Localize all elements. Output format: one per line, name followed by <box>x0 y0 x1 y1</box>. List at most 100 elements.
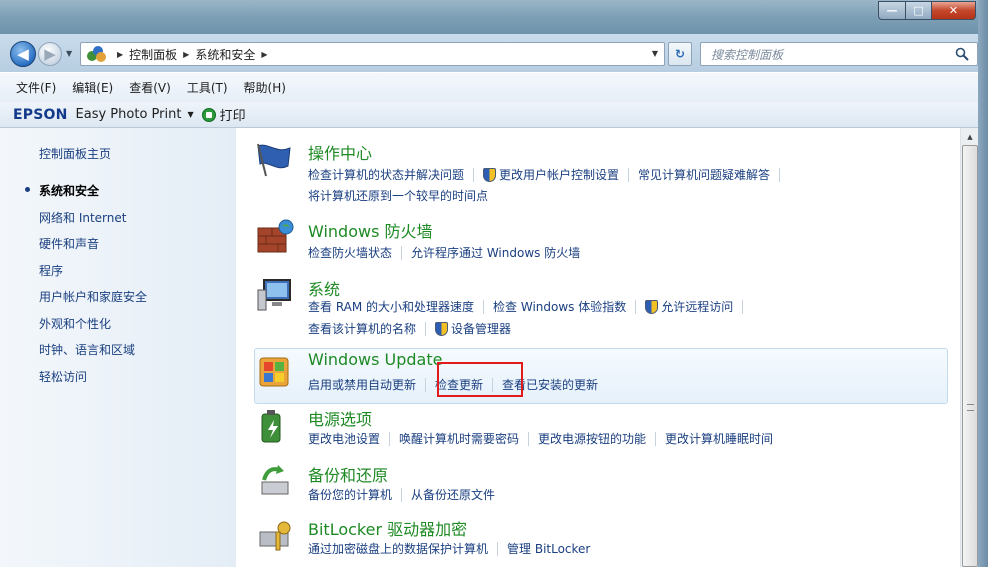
scrollbar-grip-icon <box>967 404 974 411</box>
search-placeholder: 搜索控制面板 <box>711 47 784 62</box>
link[interactable]: 检查防火墙状态 <box>308 244 392 261</box>
link[interactable]: 启用或禁用自动更新 <box>308 376 416 393</box>
link-row: 检查计算机的状态并解决问题 更改用户帐户控制设置 常见计算机问题疑难解答 <box>308 166 789 183</box>
menu-file[interactable]: 文件(F) <box>16 79 56 96</box>
link[interactable]: 设备管理器 <box>451 320 511 337</box>
link-row: 通过加密磁盘上的数据保护计算机 管理 BitLocker <box>308 540 590 557</box>
backup-restore-icon <box>261 465 289 495</box>
arrow-left-icon: ◀ <box>17 45 29 63</box>
breadcrumb-separator-icon[interactable]: ▶ <box>117 50 123 59</box>
menu-view[interactable]: 查看(V) <box>129 79 171 96</box>
link[interactable]: 更改用户帐户控制设置 <box>499 166 619 183</box>
menu-tools[interactable]: 工具(T) <box>187 79 228 96</box>
uac-shield-icon <box>483 167 497 182</box>
link-row: 将计算机还原到一个较早的时间点 <box>308 187 488 204</box>
breadcrumb-separator-icon[interactable]: ▶ <box>183 50 189 59</box>
content-area: 控制面板主页 系统和安全 网络和 Internet 硬件和声音 程序 用户帐户和… <box>0 128 988 567</box>
link[interactable]: 允许程序通过 Windows 防火墙 <box>411 244 580 261</box>
breadcrumb-system-security[interactable]: 系统和安全 <box>195 46 255 63</box>
address-bar[interactable]: ▶ 控制面板 ▶ 系统和安全 ▶ ▼ <box>80 42 665 66</box>
link[interactable]: 常见计算机问题疑难解答 <box>638 166 770 183</box>
recent-pages-dropdown[interactable]: ▼ <box>66 49 72 58</box>
refresh-icon: ↻ <box>674 47 686 61</box>
link[interactable]: 唤醒计算机时需要密码 <box>399 430 519 447</box>
window-frame-right <box>978 0 988 567</box>
link[interactable]: 检查 Windows 体验指数 <box>493 298 626 315</box>
nav-item-programs[interactable]: 程序 <box>39 262 147 289</box>
scroll-up-arrow-icon[interactable]: ▲ <box>961 128 979 145</box>
left-nav-list: 系统和安全 网络和 Internet 硬件和声音 程序 用户帐户和家庭安全 外观… <box>24 182 147 395</box>
close-button[interactable]: ✕ <box>931 1 976 20</box>
control-panel-icon <box>87 46 107 62</box>
link-row: 备份您的计算机 从备份还原文件 <box>308 486 495 503</box>
refresh-button[interactable]: ↻ <box>668 42 692 66</box>
uac-shield-icon <box>435 321 449 336</box>
toolbar: EPSON Easy Photo Print ▼ 打印 <box>0 102 988 128</box>
arrow-right-icon: ▶ <box>44 45 56 63</box>
link[interactable]: 从备份还原文件 <box>411 486 495 503</box>
maximize-button[interactable]: □ <box>905 1 931 20</box>
category-title[interactable]: BitLocker 驱动器加密 <box>308 516 467 540</box>
link[interactable]: 允许远程访问 <box>661 298 733 315</box>
print-icon <box>201 107 216 122</box>
link[interactable]: 通过加密磁盘上的数据保护计算机 <box>308 540 488 557</box>
link-row: 检查防火墙状态 允许程序通过 Windows 防火墙 <box>308 244 580 261</box>
print-button[interactable]: 打印 <box>220 105 246 124</box>
easy-photo-print-button[interactable]: Easy Photo Print <box>76 107 182 122</box>
main-pane: 操作中心 检查计算机的状态并解决问题 更改用户帐户控制设置 常见计算机问题疑难解… <box>236 128 960 567</box>
vertical-scrollbar[interactable]: ▲ <box>960 128 978 567</box>
link[interactable]: 更改电源按钮的功能 <box>538 430 646 447</box>
link[interactable]: 管理 BitLocker <box>507 540 590 557</box>
menu-help[interactable]: 帮助(H) <box>244 79 286 96</box>
breadcrumb-separator-icon[interactable]: ▶ <box>261 50 267 59</box>
action-center-flag-icon <box>257 143 291 177</box>
category-title[interactable]: 系统 <box>308 276 340 300</box>
category-title[interactable]: Windows Update <box>308 350 442 369</box>
menu-bar: 文件(F) 编辑(E) 查看(V) 工具(T) 帮助(H) <box>0 72 988 102</box>
link[interactable]: 备份您的计算机 <box>308 486 392 503</box>
link-row: 查看 RAM 的大小和处理器速度 检查 Windows 体验指数 允许远程访问 <box>308 298 752 315</box>
menu-edit[interactable]: 编辑(E) <box>72 79 113 96</box>
address-dropdown-icon[interactable]: ▼ <box>652 49 658 58</box>
nav-item-user-accounts[interactable]: 用户帐户和家庭安全 <box>39 288 147 315</box>
left-nav-pane: 控制面板主页 系统和安全 网络和 Internet 硬件和声音 程序 用户帐户和… <box>0 128 236 567</box>
epson-logo: EPSON <box>13 106 68 123</box>
nav-item-hardware-sound[interactable]: 硬件和声音 <box>39 235 147 262</box>
nav-item-network[interactable]: 网络和 Internet <box>39 209 147 236</box>
power-battery-icon <box>261 410 281 443</box>
uac-shield-icon <box>645 299 659 314</box>
search-icon[interactable] <box>955 47 969 61</box>
category-title[interactable]: 备份和还原 <box>308 462 388 486</box>
address-row: ◀ ▶ ▼ ▶ 控制面板 ▶ 系统和安全 ▶ ▼ ↻ 搜索控制面板 <box>0 34 988 72</box>
firewall-brick-icon <box>257 219 294 253</box>
highlight-annotation-box <box>437 362 523 397</box>
nav-item-appearance[interactable]: 外观和个性化 <box>39 315 147 342</box>
category-title[interactable]: 操作中心 <box>308 140 372 164</box>
nav-item-system-security[interactable]: 系统和安全 <box>24 182 147 209</box>
minimize-button[interactable]: — <box>878 1 905 20</box>
breadcrumb-control-panel[interactable]: 控制面板 <box>129 46 177 63</box>
search-input[interactable]: 搜索控制面板 <box>700 42 978 66</box>
link[interactable]: 将计算机还原到一个较早的时间点 <box>308 187 488 204</box>
nav-item-clock-language[interactable]: 时钟、语言和区域 <box>39 341 147 368</box>
window-controls: — □ ✕ <box>878 1 976 20</box>
link-row: 更改电池设置 唤醒计算机时需要密码 更改电源按钮的功能 更改计算机睡眠时间 <box>308 430 773 447</box>
link[interactable]: 检查计算机的状态并解决问题 <box>308 166 464 183</box>
forward-button[interactable]: ▶ <box>38 42 62 66</box>
link[interactable]: 更改电池设置 <box>308 430 380 447</box>
link-row: 查看该计算机的名称 设备管理器 <box>308 320 511 337</box>
link[interactable]: 更改计算机睡眠时间 <box>665 430 773 447</box>
nav-item-ease-of-access[interactable]: 轻松访问 <box>39 368 147 395</box>
bitlocker-key-icon <box>259 521 291 551</box>
link[interactable]: 查看 RAM 的大小和处理器速度 <box>308 298 474 315</box>
title-bar: — □ ✕ <box>0 0 988 34</box>
scrollbar-thumb[interactable] <box>962 145 978 567</box>
link[interactable]: 查看该计算机的名称 <box>308 320 416 337</box>
category-title[interactable]: 电源选项 <box>308 406 372 430</box>
control-panel-home-link[interactable]: 控制面板主页 <box>39 145 111 162</box>
category-title[interactable]: Windows 防火墙 <box>308 218 433 242</box>
computer-monitor-icon <box>257 279 291 311</box>
windows-update-icon <box>259 357 289 387</box>
easy-photo-print-dropdown-icon[interactable]: ▼ <box>187 110 193 119</box>
back-button[interactable]: ◀ <box>10 41 36 67</box>
